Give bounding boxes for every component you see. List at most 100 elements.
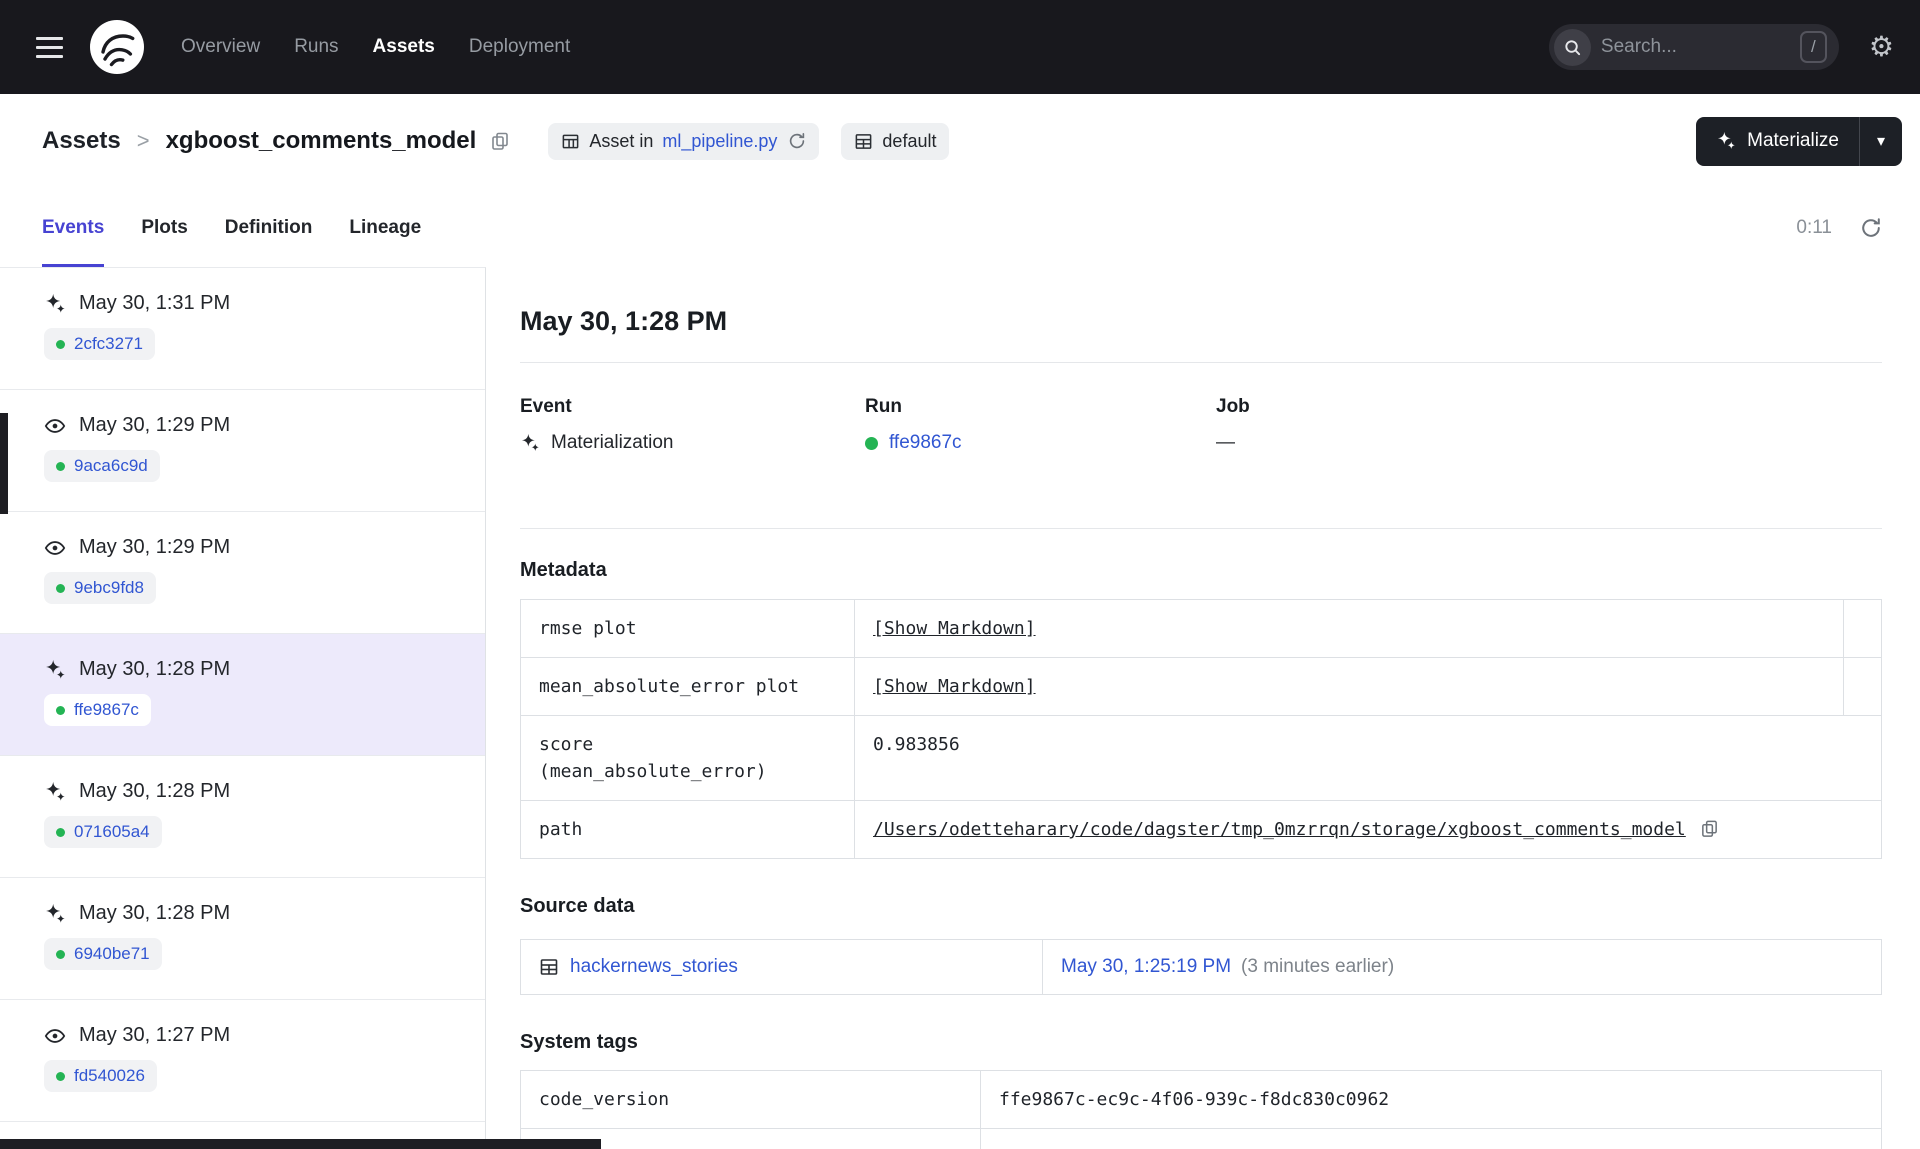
system-tag-value: ffe9867c-ec9c-4f06-939c-f8dc830c0962 bbox=[999, 1089, 1390, 1110]
app-window: Overview Runs Assets Deployment / ⚙ Asse… bbox=[0, 0, 1920, 1149]
event-list-item-selected[interactable]: May 30, 1:28 PM ffe9867c bbox=[0, 634, 485, 756]
materialization-icon bbox=[44, 659, 66, 681]
metadata-table: rmse plot [Show Markdown] mean_absolute_… bbox=[520, 599, 1882, 859]
metadata-value: 0.983856 bbox=[873, 734, 960, 755]
event-list-item[interactable]: May 30, 1:31 PM 2cfc3271 bbox=[0, 268, 485, 390]
event-list-item[interactable]: May 30, 1:27 PM fd540026 bbox=[0, 1000, 485, 1122]
source-timestamp-link[interactable]: May 30, 1:25:19 PM bbox=[1061, 956, 1231, 978]
path-link[interactable]: /Users/odetteharary/code/dagster/tmp_0mz… bbox=[873, 816, 1686, 843]
run-tag[interactable]: 2cfc3271 bbox=[44, 328, 155, 360]
run-tag[interactable]: 9ebc9fd8 bbox=[44, 572, 156, 604]
run-tag[interactable]: 9aca6c9d bbox=[44, 450, 160, 482]
table-row: mean_absolute_error plot [Show Markdown] bbox=[521, 658, 1881, 716]
event-timestamp: May 30, 1:28 PM bbox=[79, 780, 231, 802]
copy-asset-name-icon[interactable] bbox=[490, 131, 510, 151]
event-list-item[interactable]: May 30, 1:29 PM 9ebc9fd8 bbox=[0, 512, 485, 634]
metadata-key: score (mean_absolute_error) bbox=[521, 716, 855, 800]
event-timestamp: May 30, 1:29 PM bbox=[79, 536, 231, 558]
run-status-dot bbox=[865, 436, 878, 450]
run-tag[interactable]: 071605a4 bbox=[44, 816, 162, 848]
table-row-partial bbox=[521, 1129, 1881, 1149]
search-icon bbox=[1553, 28, 1591, 66]
run-id-link[interactable]: fd540026 bbox=[74, 1066, 145, 1086]
run-id-link[interactable]: 2cfc3271 bbox=[74, 334, 143, 354]
search-shortcut-badge: / bbox=[1799, 31, 1827, 63]
run-id-link[interactable]: 6940be71 bbox=[74, 944, 150, 964]
system-tag-key: code_version bbox=[521, 1071, 981, 1128]
asset-header: Assets > xgboost_comments_model Asset in… bbox=[0, 94, 1920, 188]
run-id-link[interactable]: ffe9867c bbox=[74, 700, 139, 720]
nav-item-deployment[interactable]: Deployment bbox=[469, 36, 570, 58]
materialize-label: Materialize bbox=[1747, 130, 1839, 151]
event-list: May 30, 1:31 PM 2cfc3271 May 30, 1:29 PM… bbox=[0, 267, 486, 1149]
primary-nav: Overview Runs Assets Deployment bbox=[181, 36, 570, 58]
asset-location-file-link[interactable]: ml_pipeline.py bbox=[662, 131, 777, 152]
global-search[interactable]: / bbox=[1548, 24, 1839, 70]
run-status-dot bbox=[56, 705, 65, 715]
run-id-link[interactable]: 9ebc9fd8 bbox=[74, 578, 144, 598]
tab-definition[interactable]: Definition bbox=[225, 188, 313, 267]
search-input[interactable] bbox=[1600, 36, 1800, 58]
divider bbox=[520, 528, 1882, 529]
hamburger-menu-icon[interactable] bbox=[30, 31, 69, 64]
materialize-options-button[interactable]: ▾ bbox=[1860, 116, 1902, 166]
refresh-icon[interactable] bbox=[1860, 217, 1882, 239]
breadcrumb-assets[interactable]: Assets bbox=[42, 127, 121, 155]
materialize-button[interactable]: Materialize bbox=[1696, 116, 1859, 166]
job-value: — bbox=[1216, 432, 1235, 453]
source-asset-link[interactable]: hackernews_stories bbox=[570, 956, 738, 978]
run-tag[interactable]: fd540026 bbox=[44, 1060, 157, 1092]
event-list-item[interactable]: May 30, 1:28 PM 6940be71 bbox=[0, 878, 485, 1000]
show-markdown-link[interactable]: [Show Markdown] bbox=[873, 673, 1036, 700]
metadata-key: path bbox=[521, 801, 855, 858]
source-data-heading: Source data bbox=[520, 895, 635, 917]
metadata-key: rmse plot bbox=[521, 600, 855, 657]
show-markdown-link[interactable]: [Show Markdown] bbox=[873, 615, 1036, 642]
asset-location-prefix: Asset in bbox=[589, 130, 654, 151]
nav-item-overview[interactable]: Overview bbox=[181, 36, 260, 58]
run-column-label: Run bbox=[865, 396, 902, 417]
page-title: xgboost_comments_model bbox=[165, 127, 477, 154]
table-row: hackernews_stories May 30, 1:25:19 PM (3… bbox=[521, 940, 1881, 994]
tab-lineage[interactable]: Lineage bbox=[349, 188, 421, 267]
event-timestamp: May 30, 1:27 PM bbox=[79, 1024, 231, 1046]
asset-location-tag[interactable]: Asset in ml_pipeline.py bbox=[548, 122, 820, 160]
metadata-heading: Metadata bbox=[520, 559, 607, 581]
run-status-dot bbox=[56, 949, 65, 959]
run-id-link[interactable]: 9aca6c9d bbox=[74, 456, 148, 476]
copy-path-icon[interactable] bbox=[1700, 819, 1719, 838]
observation-icon bbox=[44, 415, 66, 437]
event-column-label: Event bbox=[520, 396, 572, 417]
run-status-dot bbox=[56, 339, 65, 349]
observation-icon bbox=[44, 1025, 66, 1047]
sidebar-scrollbar-thumb[interactable] bbox=[0, 413, 8, 514]
settings-gear-icon[interactable]: ⚙ bbox=[1869, 33, 1894, 61]
job-column-label: Job bbox=[1216, 396, 1250, 417]
tab-events[interactable]: Events bbox=[42, 188, 105, 267]
divider bbox=[520, 362, 1882, 363]
run-tag[interactable]: 6940be71 bbox=[44, 938, 162, 970]
materialization-icon bbox=[44, 781, 66, 803]
materialize-sparkle-icon bbox=[1718, 131, 1736, 149]
asset-tabs: Events Plots Definition Lineage bbox=[42, 188, 421, 267]
run-id-link[interactable]: ffe9867c bbox=[889, 432, 962, 454]
run-tag[interactable]: ffe9867c bbox=[44, 694, 151, 726]
expand-gutter bbox=[1843, 658, 1881, 715]
table-row: path /Users/odetteharary/code/dagster/tm… bbox=[521, 801, 1881, 858]
dagster-logo[interactable] bbox=[89, 19, 145, 75]
top-nav: Overview Runs Assets Deployment / ⚙ bbox=[0, 0, 1920, 94]
nav-item-assets[interactable]: Assets bbox=[373, 36, 435, 58]
event-list-item[interactable]: May 30, 1:29 PM 9aca6c9d bbox=[0, 390, 485, 512]
run-status-dot bbox=[56, 827, 65, 837]
reload-location-icon[interactable] bbox=[788, 132, 806, 150]
event-timestamp: May 30, 1:29 PM bbox=[79, 414, 231, 436]
event-list-item[interactable]: May 30, 1:28 PM 071605a4 bbox=[0, 756, 485, 878]
run-id-link[interactable]: 071605a4 bbox=[74, 822, 150, 842]
horizontal-scrollbar-thumb[interactable] bbox=[0, 1139, 601, 1149]
nav-item-runs[interactable]: Runs bbox=[294, 36, 338, 58]
tab-plots[interactable]: Plots bbox=[141, 188, 187, 267]
asset-group-tag[interactable]: default bbox=[841, 122, 950, 160]
table-icon bbox=[561, 132, 580, 151]
run-status-dot bbox=[56, 1071, 65, 1081]
event-timestamp: May 30, 1:28 PM bbox=[79, 902, 231, 924]
